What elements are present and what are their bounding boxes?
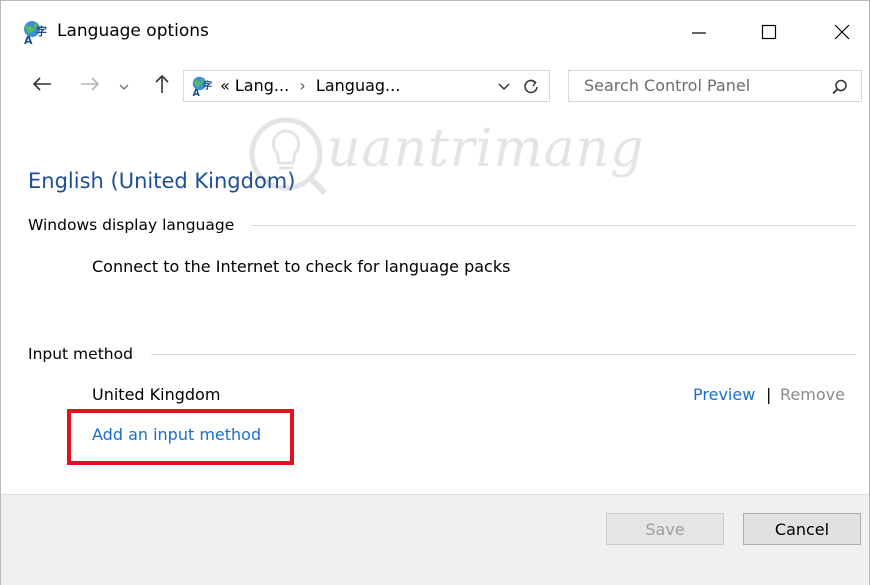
back-button[interactable] xyxy=(29,73,55,99)
section-divider xyxy=(151,354,856,355)
maximize-button[interactable] xyxy=(750,15,788,49)
title-bar: A 字 Language options xyxy=(1,1,869,63)
section-title-display-language: Windows display language xyxy=(28,216,243,234)
link-separator: | xyxy=(766,385,772,404)
breadcrumb-separator: › xyxy=(299,76,306,95)
breadcrumb-overflow[interactable]: « xyxy=(220,76,230,95)
svg-text:A: A xyxy=(193,88,201,97)
forward-button[interactable] xyxy=(77,73,103,99)
cancel-button[interactable]: Cancel xyxy=(743,513,861,545)
chevron-down-icon xyxy=(118,77,130,96)
arrow-right-icon xyxy=(80,76,100,96)
arrow-up-icon xyxy=(154,74,170,98)
search-input[interactable]: Search Control Panel xyxy=(584,76,750,95)
language-options-window: A 字 Language options A 字 « Lang... › Lan… xyxy=(0,0,870,585)
maximize-icon xyxy=(761,24,777,40)
section-title-input-method: Input method xyxy=(28,345,141,363)
close-icon xyxy=(834,24,850,40)
remove-link[interactable]: Remove xyxy=(780,385,845,404)
refresh-icon xyxy=(524,79,538,94)
arrow-left-icon xyxy=(32,76,52,96)
breadcrumb-item[interactable]: Languag... xyxy=(316,76,400,95)
breadcrumb-item[interactable]: Lang... xyxy=(235,76,289,95)
save-button[interactable]: Save xyxy=(606,513,724,545)
breadcrumb: « Lang... › Languag... xyxy=(220,76,400,95)
chevron-down-icon xyxy=(498,83,510,91)
page-title: English (United Kingdom) xyxy=(28,169,296,193)
minimize-button[interactable] xyxy=(680,15,718,49)
close-button[interactable] xyxy=(823,15,861,49)
input-method-name: United Kingdom xyxy=(92,385,221,404)
refresh-button[interactable] xyxy=(520,75,542,97)
address-bar[interactable]: A 字 « Lang... › Languag... xyxy=(183,70,550,102)
dialog-footer: Save Cancel xyxy=(1,494,869,585)
up-button[interactable] xyxy=(149,73,175,99)
language-pack-message: Connect to the Internet to check for lan… xyxy=(92,257,511,276)
recent-locations-button[interactable] xyxy=(115,73,133,99)
svg-text:A: A xyxy=(24,34,33,45)
section-divider xyxy=(251,225,856,226)
preview-link[interactable]: Preview xyxy=(693,385,755,404)
window-title: Language options xyxy=(57,21,209,41)
language-globe-icon: A 字 xyxy=(21,19,49,47)
highlight-box xyxy=(67,409,294,465)
search-box[interactable]: Search Control Panel xyxy=(568,70,862,102)
language-globe-icon: A 字 xyxy=(190,75,214,99)
svg-text:字: 字 xyxy=(36,24,47,38)
navigation-bar: A 字 « Lang... › Languag... Search Contro… xyxy=(1,63,869,107)
svg-text:字: 字 xyxy=(203,80,212,92)
address-dropdown-button[interactable] xyxy=(495,76,513,96)
search-icon[interactable] xyxy=(831,78,849,96)
minimize-icon xyxy=(691,24,707,40)
watermark-logo: uantrimang xyxy=(241,105,661,205)
